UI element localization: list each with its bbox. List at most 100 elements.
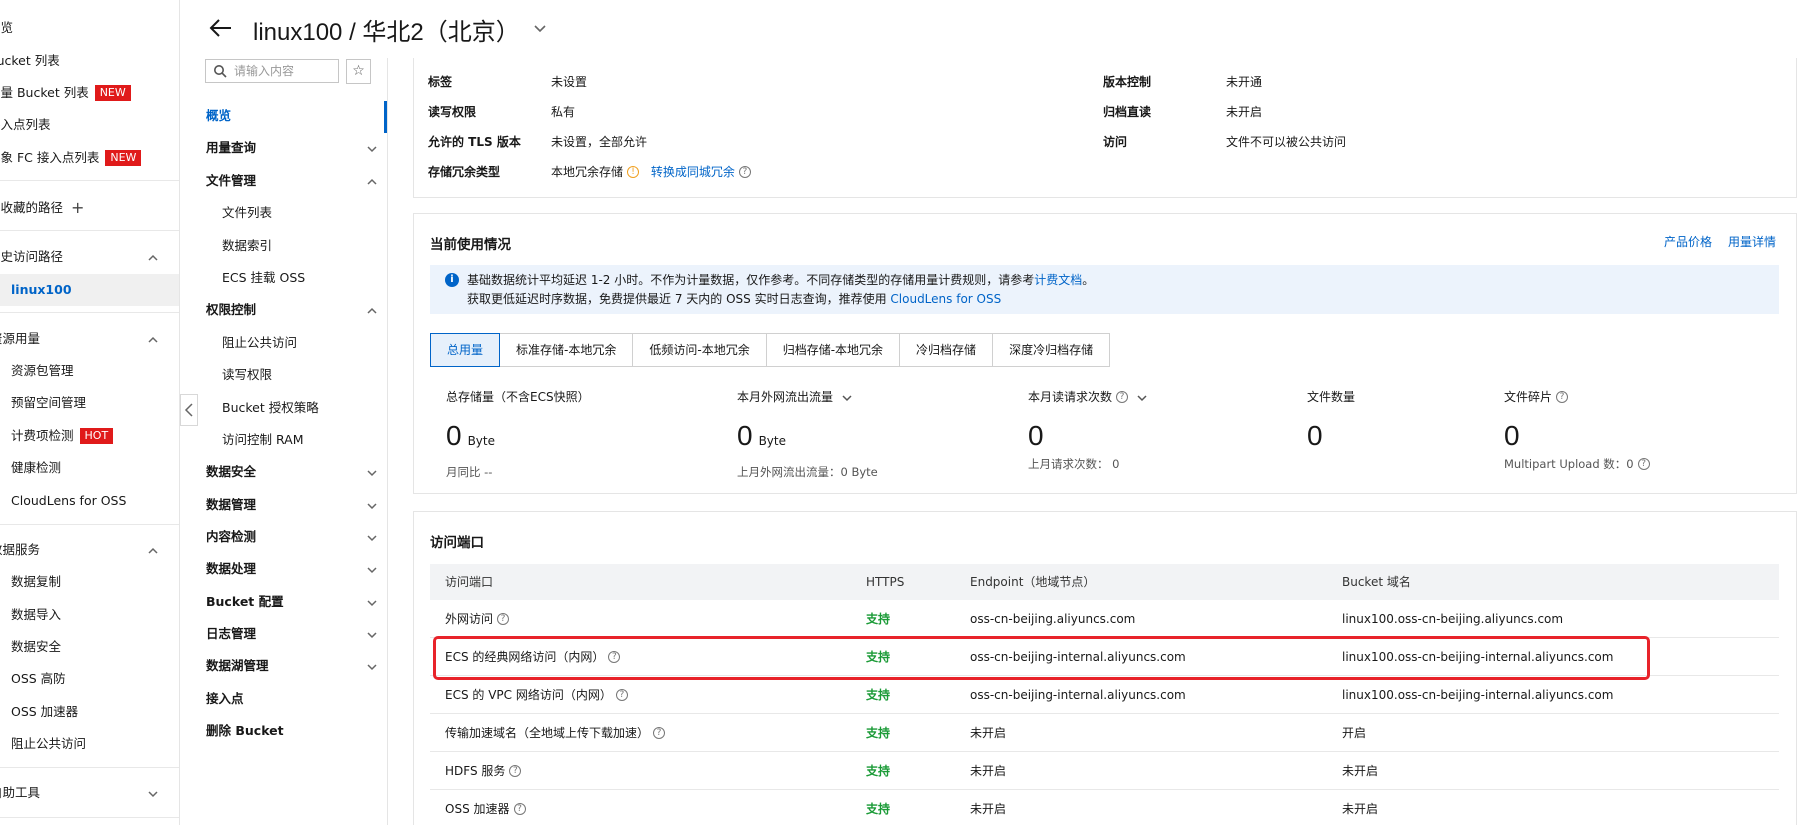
nav-item-ram[interactable]: 访问控制 RAM: [222, 429, 304, 451]
requests-label[interactable]: 本月读请求次数?: [1028, 388, 1148, 405]
nav-item-bucket-config[interactable]: Bucket 配置: [206, 591, 284, 613]
chevron-down-icon[interactable]: [1136, 392, 1148, 404]
sidebar-item-health-check[interactable]: 健康检测: [11, 457, 61, 479]
sidebar-item-cloudlens[interactable]: CloudLens for OSS: [11, 490, 126, 512]
tab-archive[interactable]: 归档存储-本地冗余: [766, 334, 901, 366]
sidebar-item-oss-accelerator[interactable]: OSS 加速器: [11, 701, 78, 723]
nav-item-data-index[interactable]: 数据索引: [222, 235, 272, 257]
help-icon[interactable]: ?: [738, 165, 751, 178]
tab-cold-archive[interactable]: 冷归档存储: [900, 334, 994, 366]
data-services-section-header[interactable]: 数据服务: [0, 539, 40, 561]
fragments-label-text: 文件碎片: [1504, 390, 1553, 404]
usage-details-link[interactable]: 用量详情: [1728, 233, 1776, 250]
help-icon[interactable]: ?: [653, 726, 666, 739]
sidebar-item-data-security[interactable]: 数据安全: [11, 636, 61, 658]
sidebar-item-resource-packages[interactable]: 资源包管理: [11, 360, 74, 382]
hot-badge: HOT: [79, 427, 114, 444]
search-input[interactable]: [234, 62, 334, 80]
help-icon[interactable]: ?: [1116, 390, 1129, 403]
nav-item-data-management[interactable]: 数据管理: [206, 494, 256, 516]
help-icon[interactable]: ?: [513, 802, 526, 815]
sidebar-item-bucket-list[interactable]: Bucket 列表: [0, 50, 60, 72]
tab-total[interactable]: 总用量: [430, 333, 501, 367]
nav-item-permission-control[interactable]: 权限控制: [206, 299, 256, 321]
help-icon[interactable]: ?: [1556, 390, 1569, 403]
history-section-header[interactable]: 历史访问路径: [0, 246, 63, 268]
resources-section-header[interactable]: 资源用量: [0, 328, 40, 350]
nav-item-acl[interactable]: 读写权限: [222, 364, 272, 386]
sidebar-item-data-replication[interactable]: 数据复制: [11, 571, 61, 593]
chevron-down-icon[interactable]: [147, 788, 158, 798]
sidebar-item-billing-check[interactable]: 计费项检测 HOT: [11, 425, 114, 447]
convert-redundancy-link[interactable]: 转换成同城冗余: [651, 165, 735, 179]
chevron-up-icon[interactable]: [147, 252, 158, 262]
sidebar-item-oss-ddos[interactable]: OSS 高防: [11, 668, 66, 690]
nav-item-file-management[interactable]: 文件管理: [206, 170, 256, 192]
chevron-down-icon[interactable]: [366, 467, 378, 479]
tab-deep-cold-archive[interactable]: 深度冷归档存储: [993, 334, 1110, 366]
chevron-down-icon[interactable]: [366, 629, 378, 641]
nav-item-bucket-policy[interactable]: Bucket 授权策略: [222, 397, 319, 419]
nav-item-block-public-access[interactable]: 阻止公共访问: [222, 332, 297, 354]
nav-item-ecs-mount[interactable]: ECS 挂载 OSS: [222, 267, 305, 289]
help-icon[interactable]: ?: [608, 650, 621, 663]
tab-standard[interactable]: 标准存储-本地冗余: [500, 334, 634, 366]
nav-item-delete-bucket[interactable]: 删除 Bucket: [206, 720, 284, 742]
table-row: 外网访问? 支持 oss-cn-beijing.aliyuncs.com lin…: [430, 600, 1779, 638]
self-help-section-header[interactable]: 自助工具: [0, 782, 40, 804]
chevron-up-icon[interactable]: [366, 305, 378, 317]
tags-label: 标签: [428, 75, 453, 89]
warning-icon[interactable]: !: [627, 165, 640, 178]
sidebar-item-reserved-capacity[interactable]: 预留空间管理: [11, 392, 86, 414]
chevron-down-icon[interactable]: [366, 564, 378, 576]
help-icon[interactable]: ?: [497, 612, 510, 625]
billing-doc-link[interactable]: 计费文档: [1034, 273, 1082, 287]
pricing-link[interactable]: 产品价格: [1664, 233, 1712, 250]
chevron-down-icon[interactable]: [366, 597, 378, 609]
chevron-up-icon[interactable]: [147, 334, 158, 344]
help-icon[interactable]: ?: [615, 688, 628, 701]
sidebar-item-fc-access-points[interactable]: 对象 FC 接入点列表 NEW: [0, 147, 142, 169]
chevron-down-icon[interactable]: [366, 661, 378, 673]
versioning-value: 未开通: [1226, 73, 1262, 90]
nav-item-file-list[interactable]: 文件列表: [222, 202, 272, 224]
help-icon[interactable]: ?: [509, 764, 522, 777]
nav-item-content-detection[interactable]: 内容检测: [206, 526, 256, 548]
endpoint-name: ECS 的 VPC 网络访问（内网）?: [445, 676, 628, 713]
nav-item-data-security[interactable]: 数据安全: [206, 461, 256, 483]
chevron-up-icon[interactable]: [366, 176, 378, 188]
help-icon[interactable]: ?: [1637, 457, 1650, 470]
search-field[interactable]: [205, 59, 339, 83]
enable-acceleration-link[interactable]: 开启: [1342, 714, 1366, 751]
chevron-down-icon[interactable]: [366, 143, 378, 155]
fragments-value: 0: [1504, 420, 1520, 451]
history-item-linux100[interactable]: linux100: [11, 279, 72, 301]
favorites-section[interactable]: 我收藏的路径 +: [0, 197, 84, 219]
cloudlens-link[interactable]: CloudLens for OSS: [890, 292, 1001, 306]
chevron-down-icon[interactable]: [366, 532, 378, 544]
traffic-label[interactable]: 本月外网流出流量: [737, 388, 853, 405]
sidebar-item-access-points[interactable]: 接入点列表: [0, 114, 51, 136]
chevron-down-icon[interactable]: [841, 392, 853, 404]
sidebar-item-overview[interactable]: 概览: [0, 17, 13, 39]
nav-item-access-point[interactable]: 接入点: [206, 688, 244, 710]
star-icon[interactable]: ☆: [346, 59, 371, 84]
tab-infrequent[interactable]: 低频访问-本地冗余: [633, 334, 767, 366]
plus-icon[interactable]: +: [71, 197, 84, 219]
chevron-down-icon[interactable]: [532, 20, 548, 36]
global-sidebar: 概览 Bucket 列表 向量 Bucket 列表 NEW 接入点列表 对象 FC…: [0, 0, 180, 825]
nav-item-log-management[interactable]: 日志管理: [206, 623, 256, 645]
sidebar-item-data-import[interactable]: 数据导入: [11, 604, 61, 626]
collapse-sidebar-button[interactable]: [180, 394, 198, 426]
chevron-down-icon[interactable]: [366, 500, 378, 512]
multipart-text: Multipart Upload 数：0: [1504, 457, 1634, 471]
nav-item-data-processing[interactable]: 数据处理: [206, 558, 256, 580]
back-arrow-icon[interactable]: [207, 14, 235, 42]
nav-item-usage-query[interactable]: 用量查询: [206, 137, 256, 159]
sidebar-item-label: 阻止公共访问: [11, 736, 87, 751]
nav-item-data-lake[interactable]: 数据湖管理: [206, 655, 269, 677]
sidebar-item-vector-bucket-list[interactable]: 向量 Bucket 列表 NEW: [0, 82, 131, 104]
nav-item-overview[interactable]: 概览: [206, 105, 231, 127]
chevron-up-icon[interactable]: [147, 545, 158, 555]
sidebar-item-block-public-access[interactable]: 阻止公共访问: [11, 733, 86, 755]
